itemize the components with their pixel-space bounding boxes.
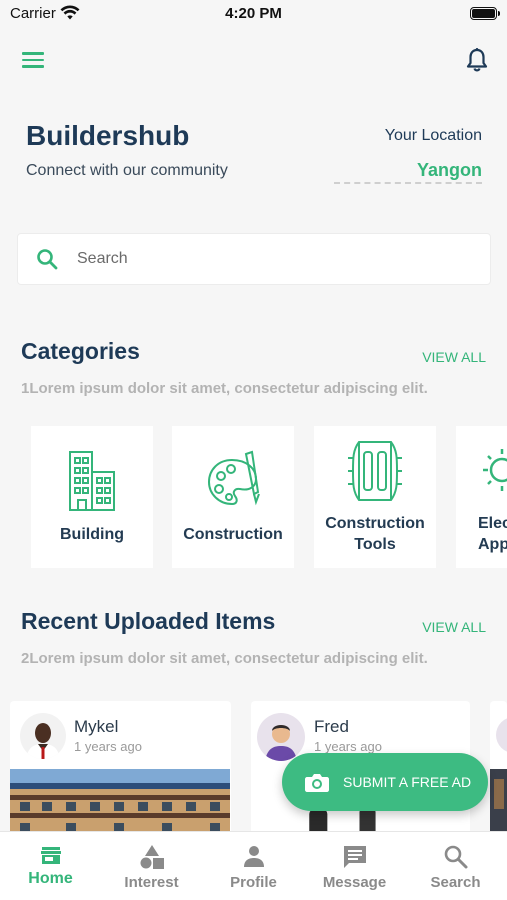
tab-label: Interest	[124, 874, 179, 891]
avatar	[20, 713, 66, 759]
location-selector[interactable]: Yangon	[334, 160, 482, 184]
recent-items-subtitle: 2Lorem ipsum dolor sit amet, consectetur…	[21, 650, 428, 667]
location-label: Your Location	[384, 127, 482, 144]
submit-ad-button[interactable]: SUBMIT A FREE AD	[282, 753, 488, 811]
chat-icon	[343, 846, 366, 868]
category-label: Construction	[183, 526, 283, 543]
tab-interest[interactable]: Interest	[101, 832, 202, 900]
bottom-tab-bar: Home Interest Profile Message Search	[0, 831, 507, 900]
categories-title: Categories	[21, 338, 140, 364]
categories-view-all-link[interactable]: VIEW ALL	[422, 349, 486, 365]
item-user-name: Fred	[314, 717, 349, 736]
category-card-electrical-appliances[interactable]: ElecAppl	[456, 426, 507, 568]
status-time: 4:20 PM	[225, 5, 282, 22]
status-bar: Carrier 4:20 PM	[0, 0, 507, 30]
building-icon	[69, 451, 115, 511]
search-icon	[444, 845, 467, 869]
tab-search[interactable]: Search	[405, 832, 506, 900]
tab-profile[interactable]: Profile	[203, 832, 304, 900]
item-card[interactable]	[490, 701, 507, 841]
submit-ad-label: SUBMIT A FREE AD	[343, 774, 472, 790]
tab-label: Home	[28, 870, 73, 887]
camera-icon	[305, 774, 329, 792]
category-label: Construction Tools	[325, 515, 425, 553]
shapes-icon	[140, 845, 164, 869]
palette-icon	[207, 450, 260, 506]
search-icon	[37, 249, 58, 270]
recent-view-all-link[interactable]: VIEW ALL	[422, 619, 486, 635]
menu-button[interactable]	[22, 48, 48, 72]
categories-subtitle: 1Lorem ipsum dolor sit amet, consectetur…	[21, 380, 428, 397]
tab-label: Message	[322, 874, 387, 891]
battery-icon	[470, 7, 500, 20]
search-input[interactable]	[77, 250, 457, 268]
tab-label: Profile	[230, 874, 277, 891]
person-icon	[243, 846, 264, 867]
bell-icon[interactable]	[463, 46, 491, 74]
item-time: 1 years ago	[74, 739, 142, 754]
tab-message[interactable]: Message	[304, 832, 405, 900]
location-value: Yangon	[416, 160, 482, 180]
category-label: ElecAppl	[478, 515, 507, 553]
category-card-construction[interactable]: Construction	[172, 426, 294, 568]
category-card-building[interactable]: Building	[31, 426, 153, 568]
item-card[interactable]: Mykel 1 years ago	[10, 701, 231, 841]
tab-home[interactable]: Home	[0, 832, 101, 900]
category-card-construction-tools[interactable]: Construction Tools	[314, 426, 436, 568]
item-time: 1 years ago	[314, 739, 382, 754]
tab-label: Search	[430, 874, 481, 891]
bulb-icon	[483, 449, 507, 491]
avatar	[257, 713, 305, 761]
store-icon	[40, 847, 61, 864]
app-tagline: Connect with our community	[26, 162, 228, 179]
recent-items-title: Recent Uploaded Items	[21, 608, 276, 634]
item-user-name: Mykel	[74, 717, 119, 736]
search-bar[interactable]	[17, 233, 491, 285]
hamburger-icon	[22, 52, 44, 55]
category-label: Building	[60, 526, 124, 543]
tools-icon	[348, 441, 402, 501]
app-title: Buildershub	[26, 120, 190, 151]
